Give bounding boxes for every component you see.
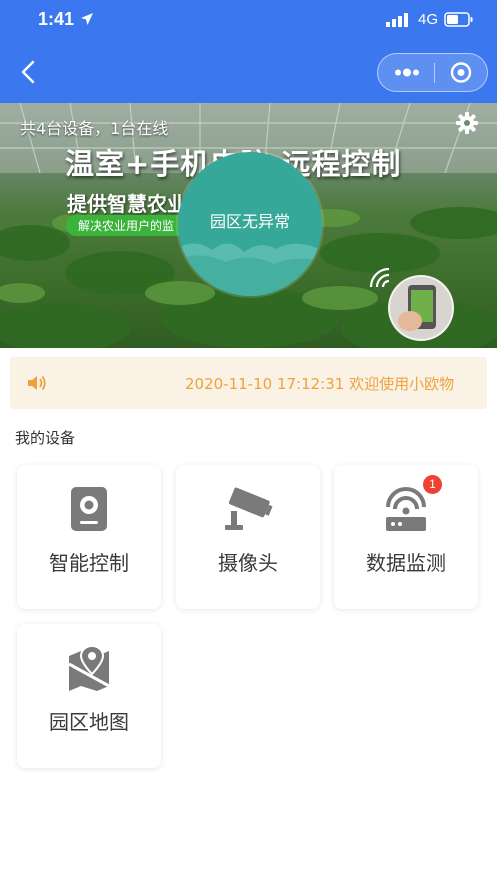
device-card-data-monitor[interactable]: 1 数据监测 (334, 465, 478, 609)
signal-icon (386, 13, 408, 27)
phone-icon (398, 285, 436, 331)
top-bar: 1:41 4G (0, 0, 497, 103)
gear-icon[interactable] (455, 111, 479, 135)
device-label: 摄像头 (218, 551, 278, 575)
notification-badge: 1 (423, 475, 442, 494)
speaker-icon (28, 375, 46, 391)
notice-bar[interactable]: 2020-11-10 17:12:31 欢迎使用小欧物 (10, 357, 487, 409)
banner-subline: 提供智慧农业 (67, 192, 187, 216)
park-status-text: 园区无异常 (209, 212, 290, 231)
banner-tag: 解决农业用户的监 (66, 215, 187, 236)
more-button[interactable] (378, 54, 434, 91)
map-icon (68, 644, 110, 691)
greenhouse-banner: 共4台设备，1台在线 温室+手机电脑 远程控制 提供智慧农业 解决农业用户的监 … (0, 103, 497, 348)
device-count-text: 共4台设备，1台在线 (20, 119, 169, 138)
device-card-camera[interactable]: 摄像头 (176, 465, 320, 609)
device-label: 园区地图 (49, 710, 129, 734)
chevron-left-icon (21, 60, 35, 84)
park-status-circle[interactable]: 园区无异常 (178, 152, 322, 296)
location-arrow-icon (81, 13, 93, 25)
more-dots-icon (395, 68, 419, 77)
battery-icon (444, 12, 473, 27)
back-button[interactable] (14, 56, 44, 88)
phone-in-hand-image (388, 275, 454, 341)
device-card-park-map[interactable]: 园区地图 (17, 624, 161, 768)
device-label: 数据监测 (366, 551, 446, 575)
close-miniprogram-button[interactable] (435, 54, 488, 91)
section-title: 我的设备 (15, 429, 76, 447)
target-circle-icon (450, 62, 472, 83)
wifi-waves-icon (369, 267, 390, 288)
miniprogram-capsule (377, 53, 488, 92)
device-label: 智能控制 (49, 551, 129, 575)
device-card-smart-control[interactable]: 智能控制 (17, 465, 161, 609)
router-icon (386, 487, 426, 531)
control-box-icon (71, 487, 107, 531)
network-label: 4G (418, 11, 439, 28)
camera-icon (225, 487, 273, 530)
status-time: 1:41 (38, 9, 75, 29)
notice-text: 2020-11-10 17:12:31 欢迎使用小欧物 (185, 375, 455, 393)
